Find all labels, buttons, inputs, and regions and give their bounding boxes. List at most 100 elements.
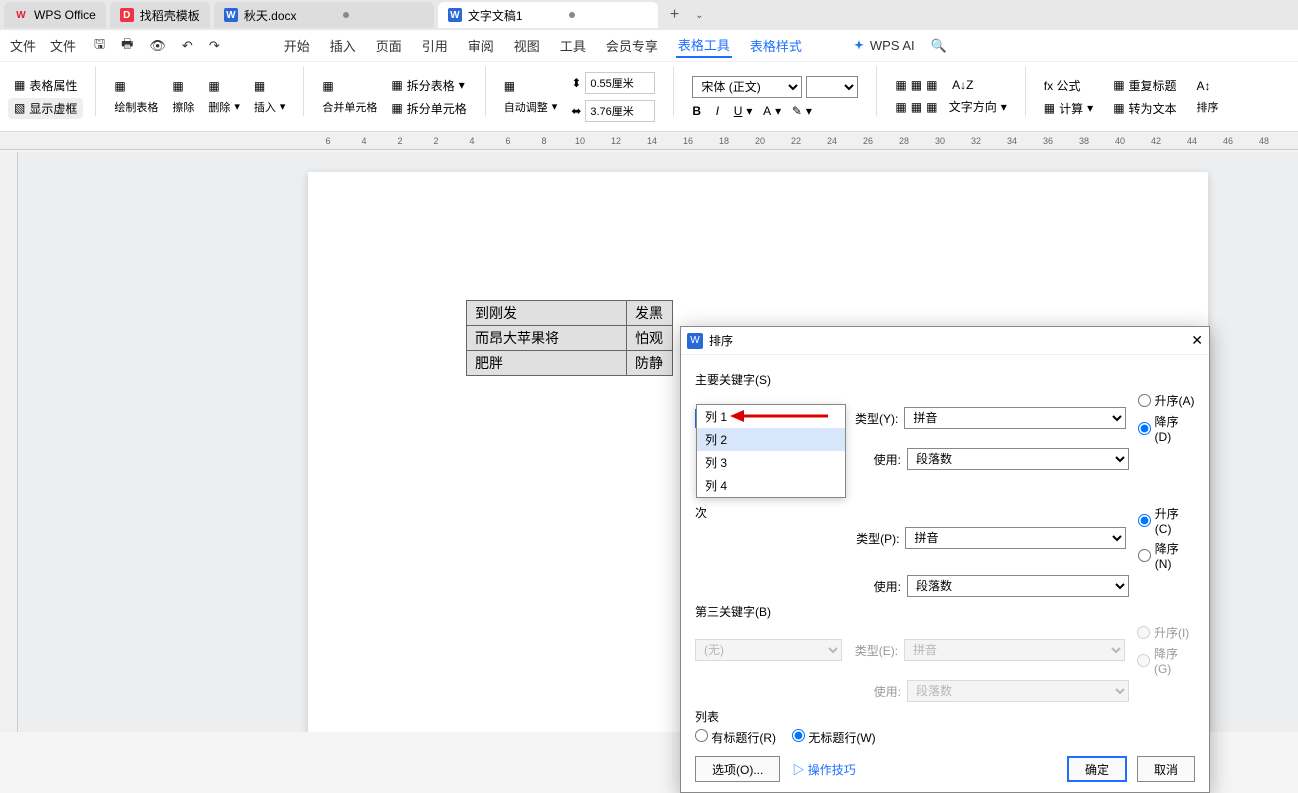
table-cell[interactable]: 而昂大苹果将 <box>467 326 627 351</box>
qat-undo-icon[interactable]: ↶ <box>182 38 193 54</box>
table-properties-button[interactable]: ▦表格属性 <box>8 75 83 96</box>
tab-doc-autumn[interactable]: W 秋天.docx <box>214 2 434 28</box>
italic-button[interactable]: I <box>716 104 719 118</box>
show-virtual-border-button[interactable]: ▧显示虚框 <box>8 98 83 119</box>
options-button[interactable]: 选项(O)... <box>695 756 780 782</box>
to-text-button[interactable]: ▦转为文本 <box>1107 98 1182 119</box>
type-label: 类型(E): <box>848 642 898 659</box>
formula-button[interactable]: fx 公式 <box>1038 75 1099 96</box>
font-color-button[interactable]: A <box>763 104 771 118</box>
menu-file-label[interactable]: 文件 <box>48 34 78 57</box>
table-cell[interactable]: 肥胖 <box>467 351 627 376</box>
table-row[interactable]: 肥胖 防静 <box>467 351 673 376</box>
desc-radio[interactable]: 降序(D) <box>1138 413 1195 444</box>
dropdown-item-col2[interactable]: 列 2 <box>697 428 845 451</box>
primary-type-select[interactable]: 拼音 <box>904 407 1125 429</box>
type-label: 类型(P): <box>850 530 900 547</box>
new-tab-button[interactable]: + <box>662 6 687 24</box>
tab-menu-caret[interactable]: ⌄ <box>691 10 707 21</box>
dialog-title-label: 排序 <box>709 332 733 349</box>
menu-table-tool[interactable]: 表格工具 <box>676 33 732 58</box>
primary-use-select[interactable]: 段落数 <box>907 448 1129 470</box>
repeat-icon: ▦ <box>1113 78 1124 92</box>
table-row[interactable]: 到刚发 发黑 <box>467 301 673 326</box>
sort-za-icon[interactable]: A↓Z <box>952 78 973 92</box>
align-tr-button[interactable]: ▦ <box>926 78 937 92</box>
tab-label: 秋天.docx <box>244 7 297 24</box>
table-cell[interactable]: 防静 <box>627 351 673 376</box>
search-icon[interactable]: 🔍 <box>931 38 947 54</box>
word-doc-icon: W <box>448 8 462 22</box>
menu-tool[interactable]: 工具 <box>558 34 588 57</box>
tips-link[interactable]: ▷ 操作技巧 <box>792 761 855 778</box>
menu-file[interactable]: 文件 <box>8 34 38 57</box>
group-table-props: ▦表格属性 ▧显示虚框 <box>8 66 83 127</box>
ok-button[interactable]: 确定 <box>1067 756 1127 782</box>
ruler-tick: 14 <box>634 136 670 146</box>
text-direction-button[interactable]: 文字方向 <box>949 98 997 115</box>
table-row[interactable]: 而昂大苹果将 怕观 <box>467 326 673 351</box>
insert-button[interactable]: ▦ <box>248 77 292 95</box>
qat-print-icon[interactable]: 🖶 <box>121 35 133 57</box>
bold-button[interactable]: B <box>692 104 701 118</box>
asc-radio[interactable]: 升序(C) <box>1138 505 1195 536</box>
dropdown-item-col4[interactable]: 列 4 <box>697 474 845 497</box>
secondary-use-select[interactable]: 段落数 <box>907 575 1129 597</box>
dropdown-item-col3[interactable]: 列 3 <box>697 451 845 474</box>
wps-ai-button[interactable]: WPS AI <box>852 38 915 53</box>
wps-logo-icon: W <box>14 8 28 22</box>
menu-start[interactable]: 开始 <box>282 34 312 57</box>
document-tabs-bar: W WPS Office D 找稻壳模板 W 秋天.docx W 文字文稿1 +… <box>0 0 1298 30</box>
secondary-type-select[interactable]: 拼音 <box>905 527 1125 549</box>
split-table-button[interactable]: ▦拆分表格 ▾ <box>385 75 472 96</box>
sort-button[interactable]: A↕ <box>1191 77 1225 95</box>
menu-review[interactable]: 审阅 <box>466 34 496 57</box>
underline-button[interactable]: U <box>734 104 743 118</box>
align-ml-button[interactable]: ▦ <box>895 100 906 114</box>
font-size-select[interactable] <box>806 76 858 98</box>
merge-cells-button[interactable]: ▦ <box>316 77 383 95</box>
align-mc-button[interactable]: ▦ <box>911 100 922 114</box>
label: 删除 ▾ <box>202 97 246 117</box>
repeat-header-button[interactable]: ▦重复标题 <box>1107 75 1182 96</box>
cancel-button[interactable]: 取消 <box>1137 756 1195 782</box>
width-input[interactable] <box>585 100 655 122</box>
menu-insert[interactable]: 插入 <box>328 34 358 57</box>
col-width-control[interactable]: ⬌ <box>565 98 661 124</box>
draw-table-button[interactable]: ▦ <box>108 77 164 95</box>
dropdown-item-col1[interactable]: 列 1 <box>697 405 845 428</box>
table-cell[interactable]: 怕观 <box>627 326 673 351</box>
menu-ref[interactable]: 引用 <box>420 34 450 57</box>
tab-templates[interactable]: D 找稻壳模板 <box>110 2 210 28</box>
split-cells-button[interactable]: ▦拆分单元格 <box>385 98 472 119</box>
table-cell[interactable]: 到刚发 <box>467 301 627 326</box>
desc-radio[interactable]: 降序(N) <box>1138 540 1195 571</box>
qat-redo-icon[interactable]: ↷ <box>209 38 220 54</box>
menu-view[interactable]: 视图 <box>512 34 542 57</box>
font-family-select[interactable]: 宋体 (正文) <box>692 76 802 98</box>
table-cell[interactable]: 发黑 <box>627 301 673 326</box>
delete-button[interactable]: ▦ <box>202 77 246 95</box>
align-tl-button[interactable]: ▦ <box>895 78 906 92</box>
row-height-control[interactable]: ⬍ <box>565 70 661 96</box>
qat-save-icon[interactable]: 🖫 <box>94 35 105 57</box>
qat-preview-icon[interactable]: 👁 <box>149 38 166 54</box>
erase-button[interactable]: ▦ <box>166 77 200 95</box>
asc-radio[interactable]: 升序(A) <box>1138 392 1195 409</box>
ruler-tick: 46 <box>1210 136 1246 146</box>
close-button[interactable]: ✕ <box>1191 332 1203 349</box>
align-tc-button[interactable]: ▦ <box>911 78 922 92</box>
split-table-icon: ▦ <box>391 78 402 92</box>
content-table[interactable]: 到刚发 发黑 而昂大苹果将 怕观 肥胖 防静 <box>466 300 673 376</box>
menu-table-style[interactable]: 表格样式 <box>748 34 804 57</box>
menu-page[interactable]: 页面 <box>374 34 404 57</box>
height-input[interactable] <box>585 72 655 94</box>
menu-member[interactable]: 会员专享 <box>604 34 660 57</box>
highlight-button[interactable]: ✎ <box>792 104 802 118</box>
tab-wps-office[interactable]: W WPS Office <box>4 2 106 28</box>
calc-button[interactable]: ▦计算 ▾ <box>1038 98 1099 119</box>
tab-doc-current[interactable]: W 文字文稿1 <box>438 2 658 28</box>
primary-key-label: 主要关键字(S) <box>695 371 1195 388</box>
align-mr-button[interactable]: ▦ <box>926 100 937 114</box>
autofit-button[interactable]: ▦ <box>498 77 564 95</box>
